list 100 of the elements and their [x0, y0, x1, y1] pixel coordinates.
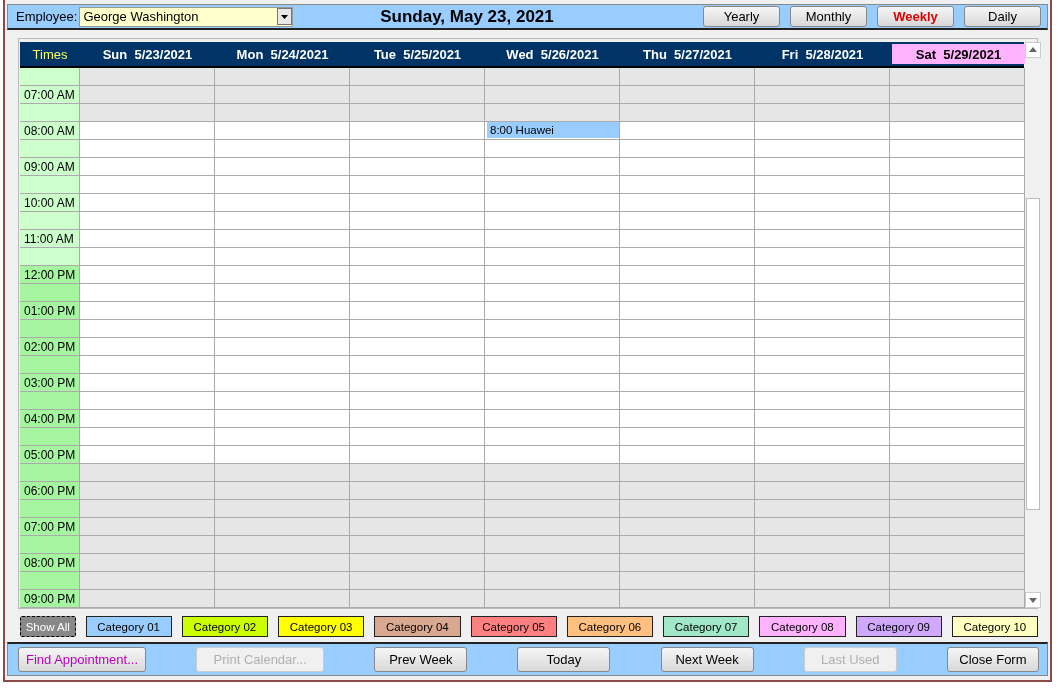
appointment[interactable]: 8:00 Huawei: [487, 122, 619, 138]
slot-cell[interactable]: [890, 194, 1025, 212]
slot-cell[interactable]: [485, 230, 620, 248]
slot-cell[interactable]: [890, 356, 1025, 374]
slot-cell[interactable]: [890, 284, 1025, 302]
slot-cell[interactable]: [890, 86, 1025, 104]
category-button[interactable]: Category 05: [470, 616, 557, 637]
slot-cell[interactable]: [215, 554, 350, 572]
slot-cell[interactable]: [890, 320, 1025, 338]
slot-cell[interactable]: [485, 320, 620, 338]
slot-cell[interactable]: [350, 86, 485, 104]
slot-cell[interactable]: [350, 572, 485, 590]
slot-cell[interactable]: [215, 572, 350, 590]
slot-cell[interactable]: [80, 554, 215, 572]
slot-cell[interactable]: [80, 446, 215, 464]
slot-cell[interactable]: [80, 518, 215, 536]
slot-cell[interactable]: [350, 266, 485, 284]
slot-cell[interactable]: [350, 590, 485, 608]
slot-cell[interactable]: [80, 266, 215, 284]
slot-cell[interactable]: [620, 104, 755, 122]
slot-cell[interactable]: [620, 590, 755, 608]
slot-cell[interactable]: [890, 518, 1025, 536]
day-heading[interactable]: Sat 5/29/2021: [892, 44, 1025, 64]
employee-dropdown[interactable]: George Washington: [79, 6, 294, 27]
footer-button[interactable]: Prev Week: [374, 647, 468, 672]
slot-cell[interactable]: [620, 248, 755, 266]
slot-cell[interactable]: [350, 554, 485, 572]
slot-cell[interactable]: [80, 284, 215, 302]
slot-cell[interactable]: [80, 104, 215, 122]
slot-cell[interactable]: [215, 140, 350, 158]
slot-cell[interactable]: [485, 158, 620, 176]
slot-cell[interactable]: [350, 158, 485, 176]
slot-cell[interactable]: [755, 284, 890, 302]
slot-cell[interactable]: [755, 302, 890, 320]
slot-cell[interactable]: [620, 140, 755, 158]
slot-cell[interactable]: [215, 122, 350, 140]
slot-cell[interactable]: [80, 194, 215, 212]
slot-cell[interactable]: [755, 104, 890, 122]
slot-cell[interactable]: [890, 554, 1025, 572]
slot-cell[interactable]: [485, 518, 620, 536]
slot-cell[interactable]: [350, 374, 485, 392]
slot-cell[interactable]: [620, 338, 755, 356]
slot-cell[interactable]: [350, 500, 485, 518]
slot-cell[interactable]: [350, 338, 485, 356]
slot-cell[interactable]: [350, 482, 485, 500]
slot-cell[interactable]: [485, 338, 620, 356]
slot-cell[interactable]: [485, 590, 620, 608]
slot-cell[interactable]: [890, 536, 1025, 554]
slot-cell[interactable]: [350, 428, 485, 446]
slot-cell[interactable]: [350, 122, 485, 140]
slot-cell[interactable]: [755, 500, 890, 518]
slot-cell[interactable]: [890, 158, 1025, 176]
day-heading[interactable]: Sun 5/23/2021: [80, 42, 215, 66]
slot-cell[interactable]: [755, 374, 890, 392]
slot-cell[interactable]: [890, 464, 1025, 482]
slot-cell[interactable]: [890, 104, 1025, 122]
view-button[interactable]: Weekly: [877, 6, 954, 27]
view-button[interactable]: Yearly: [703, 6, 780, 27]
slot-cell[interactable]: [80, 140, 215, 158]
slot-cell[interactable]: [620, 392, 755, 410]
slot-cell[interactable]: [485, 212, 620, 230]
slot-cell[interactable]: [215, 518, 350, 536]
category-button[interactable]: Category 01: [85, 616, 172, 637]
slot-cell[interactable]: [485, 500, 620, 518]
slot-cell[interactable]: [890, 500, 1025, 518]
slot-cell[interactable]: [215, 464, 350, 482]
slot-cell[interactable]: [80, 68, 215, 86]
slot-cell[interactable]: [80, 356, 215, 374]
slot-cell[interactable]: [890, 590, 1025, 608]
slot-cell[interactable]: [755, 68, 890, 86]
slot-cell[interactable]: [350, 464, 485, 482]
slot-cell[interactable]: [620, 428, 755, 446]
slot-cell[interactable]: [350, 392, 485, 410]
slot-cell[interactable]: [350, 104, 485, 122]
category-button[interactable]: Category 04: [374, 616, 461, 637]
slot-cell[interactable]: [620, 500, 755, 518]
slot-cell[interactable]: [485, 410, 620, 428]
slot-cell[interactable]: [890, 428, 1025, 446]
slot-cell[interactable]: [620, 122, 755, 140]
slot-cell[interactable]: [350, 230, 485, 248]
slot-cell[interactable]: [485, 428, 620, 446]
slot-cell[interactable]: [215, 356, 350, 374]
slot-cell[interactable]: [215, 536, 350, 554]
slot-cell[interactable]: [350, 536, 485, 554]
slot-cell[interactable]: [755, 320, 890, 338]
view-button[interactable]: Monthly: [790, 6, 867, 27]
footer-button[interactable]: Today: [517, 647, 611, 672]
category-button[interactable]: Category 07: [663, 616, 750, 637]
slot-cell[interactable]: [620, 410, 755, 428]
slot-cell[interactable]: [755, 428, 890, 446]
slot-cell[interactable]: [350, 302, 485, 320]
slot-cell[interactable]: [215, 590, 350, 608]
footer-button[interactable]: Next Week: [660, 647, 754, 672]
category-button[interactable]: Category 10: [951, 616, 1038, 637]
slot-cell[interactable]: [350, 518, 485, 536]
slot-cell[interactable]: [350, 248, 485, 266]
scroll-up-icon[interactable]: [1025, 42, 1041, 58]
slot-cell[interactable]: [485, 482, 620, 500]
slot-cell[interactable]: [485, 140, 620, 158]
slot-cell[interactable]: [215, 410, 350, 428]
